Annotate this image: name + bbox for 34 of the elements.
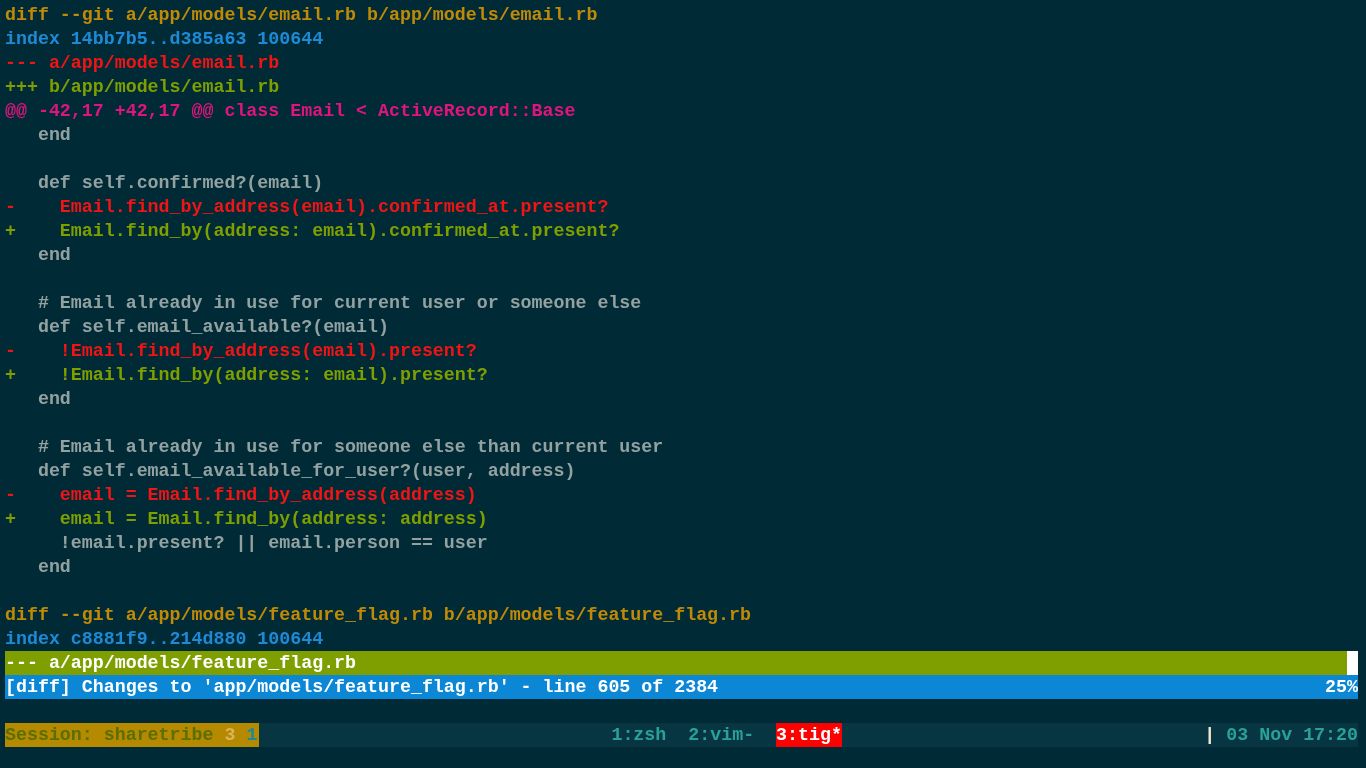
context-line[interactable]: def self.email_available_for_user?(user, address) bbox=[5, 459, 576, 483]
added-line[interactable]: + !Email.find_by(address: email).present? bbox=[5, 363, 488, 387]
window-tab[interactable]: 1:zsh bbox=[611, 723, 667, 747]
context-line[interactable]: def self.email_available?(email) bbox=[5, 315, 389, 339]
clock: 03 Nov 17:20 bbox=[1226, 724, 1358, 747]
context-line[interactable]: # Email already in use for current user or someone else bbox=[5, 291, 642, 315]
header-line[interactable]: diff --git a/app/models/email.rb b/app/models/email.rb bbox=[5, 3, 598, 27]
context-line[interactable]: !email.present? || email.person == user bbox=[5, 531, 488, 555]
index-line[interactable]: index 14bb7b5..d385a63 100644 bbox=[5, 27, 324, 51]
context-line[interactable]: end bbox=[5, 387, 71, 411]
status-text: [diff] Changes to 'app/models/feature_flag.rb' - line 605 of 2384 bbox=[5, 676, 719, 699]
hunk-line[interactable]: @@ -42,17 +42,17 @@ class Email < ActiveRecord::Base bbox=[5, 99, 576, 123]
context-line[interactable]: def self.confirmed?(email) bbox=[5, 171, 324, 195]
added-line[interactable]: + Email.find_by(address: email).confirmed_at.present? bbox=[5, 219, 620, 243]
removed-line[interactable]: - email = Email.find_by_address(address) bbox=[5, 483, 477, 507]
context-line[interactable]: # Email already in use for someone else than current user bbox=[5, 435, 664, 459]
header-line[interactable]: diff --git a/app/models/feature_flag.rb b/app/models/feature_flag.rb bbox=[5, 603, 751, 627]
context-line[interactable]: end bbox=[5, 555, 71, 579]
session-count: 3 bbox=[224, 724, 236, 747]
removed-line[interactable]: - Email.find_by_address(email).confirmed_at.present? bbox=[5, 195, 609, 219]
new-file-line[interactable]: +++ b/app/models/email.rb bbox=[5, 75, 280, 99]
separator: | bbox=[1204, 724, 1216, 747]
pane-number: 1 bbox=[246, 724, 258, 747]
window-tab[interactable]: 3:tig* bbox=[776, 723, 842, 747]
percent-text: 25% bbox=[1325, 676, 1358, 699]
context-line[interactable]: end bbox=[5, 123, 71, 147]
cursor-block bbox=[1347, 651, 1358, 675]
context-line[interactable]: end bbox=[5, 243, 71, 267]
window-tab[interactable]: 2:vim- bbox=[688, 723, 755, 747]
removed-line[interactable]: - !Email.find_by_address(email).present? bbox=[5, 339, 477, 363]
session-name: Session: sharetribe bbox=[5, 724, 214, 747]
index-line[interactable]: index c8881f9..214d880 100644 bbox=[5, 627, 324, 651]
added-line[interactable]: + email = Email.find_by(address: address) bbox=[5, 507, 488, 531]
old-file-line[interactable]: --- a/app/models/email.rb bbox=[5, 51, 280, 75]
